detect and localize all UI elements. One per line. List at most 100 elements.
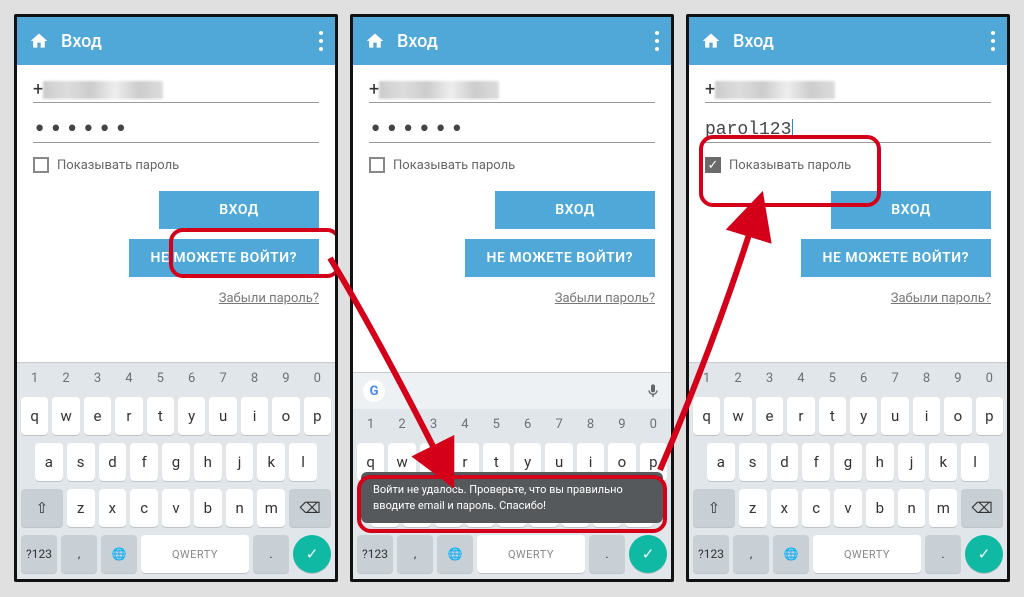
key-3[interactable]: 3 xyxy=(84,367,111,389)
key-shift[interactable]: ⇧ xyxy=(21,489,63,527)
key-l[interactable]: l xyxy=(289,443,317,481)
key-k[interactable]: k xyxy=(929,443,957,481)
key-space[interactable]: QWERTY xyxy=(477,535,585,573)
key-q[interactable]: q xyxy=(21,397,48,435)
key-2[interactable]: 2 xyxy=(388,413,415,435)
overflow-menu-icon[interactable] xyxy=(655,31,659,51)
password-field[interactable]: •••••• xyxy=(33,117,319,143)
key-7[interactable]: 7 xyxy=(545,413,572,435)
key-f[interactable]: f xyxy=(802,443,830,481)
key-t[interactable]: t xyxy=(147,397,174,435)
key-k[interactable]: k xyxy=(257,443,285,481)
key-w[interactable]: w xyxy=(724,397,751,435)
key-a[interactable]: a xyxy=(707,443,735,481)
home-icon[interactable] xyxy=(701,31,721,51)
key-8[interactable]: 8 xyxy=(913,367,940,389)
key-a[interactable]: a xyxy=(35,443,63,481)
key-6[interactable]: 6 xyxy=(178,367,205,389)
key-s[interactable]: s xyxy=(739,443,767,481)
key-j[interactable]: j xyxy=(898,443,926,481)
key-4[interactable]: 4 xyxy=(787,367,814,389)
key-comma[interactable]: , xyxy=(733,535,769,573)
mic-icon[interactable] xyxy=(645,383,661,399)
key-s[interactable]: s xyxy=(67,443,95,481)
key-r[interactable]: r xyxy=(787,397,814,435)
key-enter[interactable]: ✓ xyxy=(293,535,331,573)
key-h[interactable]: h xyxy=(866,443,894,481)
key-symbols[interactable]: ?123 xyxy=(21,535,57,573)
key-5[interactable]: 5 xyxy=(819,367,846,389)
key-p[interactable]: p xyxy=(304,397,331,435)
key-9[interactable]: 9 xyxy=(608,413,635,435)
password-field[interactable]: •••••• xyxy=(369,117,655,143)
key-u[interactable]: u xyxy=(881,397,908,435)
key-enter[interactable]: ✓ xyxy=(629,535,667,573)
key-backspace[interactable]: ⌫ xyxy=(961,489,1003,527)
key-j[interactable]: j xyxy=(226,443,254,481)
key-4[interactable]: 4 xyxy=(115,367,142,389)
key-symbols[interactable]: ?123 xyxy=(693,535,729,573)
key-4[interactable]: 4 xyxy=(451,413,478,435)
key-x[interactable]: x xyxy=(771,489,799,527)
key-n[interactable]: n xyxy=(898,489,926,527)
key-y[interactable]: y xyxy=(178,397,205,435)
key-comma[interactable]: , xyxy=(61,535,97,573)
key-8[interactable]: 8 xyxy=(241,367,268,389)
key-i[interactable]: i xyxy=(241,397,268,435)
password-field[interactable]: parol123 xyxy=(705,117,991,143)
show-password-checkbox[interactable]: Показывать пароль xyxy=(705,157,991,173)
phone-field[interactable]: + xyxy=(369,77,655,103)
key-e[interactable]: e xyxy=(756,397,783,435)
phone-field[interactable]: + xyxy=(705,77,991,103)
key-backspace[interactable]: ⌫ xyxy=(289,489,331,527)
key-d[interactable]: d xyxy=(99,443,127,481)
key-0[interactable]: 0 xyxy=(976,367,1003,389)
key-1[interactable]: 1 xyxy=(693,367,720,389)
key-u[interactable]: u xyxy=(209,397,236,435)
key-period[interactable]: . xyxy=(925,535,961,573)
key-p[interactable]: p xyxy=(976,397,1003,435)
key-globe[interactable]: 🌐 xyxy=(773,535,809,573)
key-b[interactable]: b xyxy=(194,489,222,527)
key-0[interactable]: 0 xyxy=(640,413,667,435)
forgot-password-link[interactable]: Забыли пароль? xyxy=(891,291,991,306)
login-button[interactable]: ВХОД xyxy=(495,191,655,229)
key-e[interactable]: e xyxy=(84,397,111,435)
key-g[interactable]: g xyxy=(834,443,862,481)
key-c[interactable]: c xyxy=(130,489,158,527)
key-symbols[interactable]: ?123 xyxy=(357,535,393,573)
key-y[interactable]: y xyxy=(850,397,877,435)
key-0[interactable]: 0 xyxy=(304,367,331,389)
key-6[interactable]: 6 xyxy=(514,413,541,435)
key-space[interactable]: QWERTY xyxy=(141,535,249,573)
key-z[interactable]: z xyxy=(67,489,95,527)
key-9[interactable]: 9 xyxy=(944,367,971,389)
key-5[interactable]: 5 xyxy=(483,413,510,435)
forgot-password-link[interactable]: Забыли пароль? xyxy=(555,291,655,306)
key-7[interactable]: 7 xyxy=(209,367,236,389)
key-q[interactable]: q xyxy=(693,397,720,435)
cant-login-button[interactable]: НЕ МОЖЕТЕ ВОЙТИ? xyxy=(801,239,991,277)
key-i[interactable]: i xyxy=(913,397,940,435)
key-7[interactable]: 7 xyxy=(881,367,908,389)
show-password-checkbox[interactable]: Показывать пароль xyxy=(33,157,319,173)
key-m[interactable]: m xyxy=(929,489,957,527)
key-w[interactable]: w xyxy=(52,397,79,435)
key-v[interactable]: v xyxy=(162,489,190,527)
show-password-checkbox[interactable]: Показывать пароль xyxy=(369,157,655,173)
key-v[interactable]: v xyxy=(834,489,862,527)
key-o[interactable]: o xyxy=(944,397,971,435)
key-x[interactable]: x xyxy=(99,489,127,527)
key-2[interactable]: 2 xyxy=(724,367,751,389)
home-icon[interactable] xyxy=(29,31,49,51)
key-shift[interactable]: ⇧ xyxy=(693,489,735,527)
login-button[interactable]: ВХОД xyxy=(831,191,991,229)
key-2[interactable]: 2 xyxy=(52,367,79,389)
key-g[interactable]: g xyxy=(162,443,190,481)
key-m[interactable]: m xyxy=(257,489,285,527)
key-3[interactable]: 3 xyxy=(756,367,783,389)
key-o[interactable]: o xyxy=(272,397,299,435)
key-9[interactable]: 9 xyxy=(272,367,299,389)
key-period[interactable]: . xyxy=(589,535,625,573)
key-5[interactable]: 5 xyxy=(147,367,174,389)
